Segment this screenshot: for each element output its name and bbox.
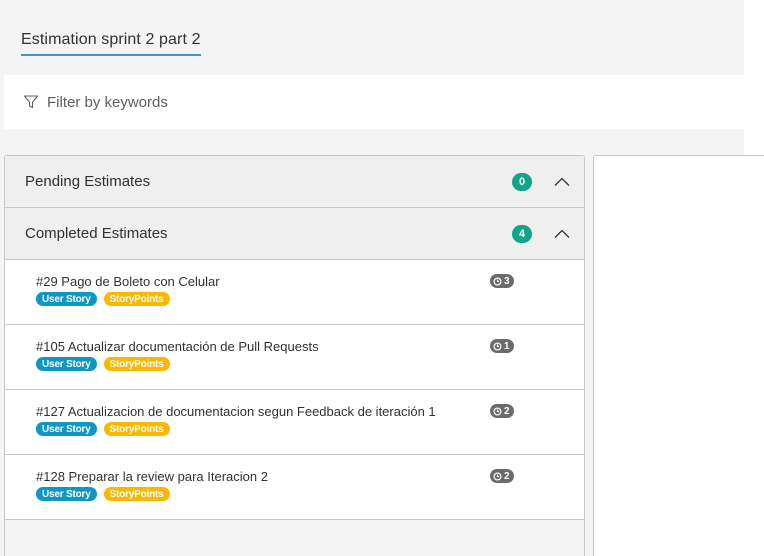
clock-icon — [493, 406, 502, 416]
chevron-up-icon[interactable] — [552, 224, 572, 244]
estimate-badge: 2 — [490, 469, 514, 483]
work-item-title: #128 Preparar la review para Iteracion 2 — [36, 469, 268, 484]
clock-icon — [493, 276, 502, 286]
user-story-tag: User Story — [36, 292, 97, 306]
list-item[interactable]: #128 Preparar la review para Iteracion 2… — [5, 455, 584, 520]
estimate-badge: 3 — [490, 274, 514, 288]
list-item[interactable]: #127 Actualizacion de documentacion segu… — [5, 390, 584, 455]
estimate-value: 1 — [504, 340, 510, 352]
work-item-tags: User Story StoryPoints — [36, 292, 170, 306]
work-item-title: #105 Actualizar documentación de Pull Re… — [36, 339, 319, 354]
storypoints-tag: StoryPoints — [103, 357, 170, 371]
estimate-badge: 2 — [490, 404, 514, 418]
filter-icon — [23, 95, 39, 109]
storypoints-tag: StoryPoints — [103, 422, 170, 436]
completed-count-badge: 4 — [512, 225, 532, 243]
clock-icon — [493, 471, 502, 481]
estimate-value: 2 — [504, 470, 510, 482]
estimate-value: 3 — [504, 275, 510, 287]
completed-estimates-list: #29 Pago de Boleto con Celular User Stor… — [5, 260, 584, 520]
clock-icon — [493, 341, 502, 351]
work-item-tags: User Story StoryPoints — [36, 357, 170, 371]
work-item-tags: User Story StoryPoints — [36, 422, 170, 436]
estimate-value: 2 — [504, 405, 510, 417]
estimates-panel: Pending Estimates 0 Completed Estimates … — [4, 155, 585, 556]
user-story-tag: User Story — [36, 357, 97, 371]
pending-count-badge: 0 — [512, 173, 532, 191]
completed-estimates-label: Completed Estimates — [25, 225, 168, 242]
work-item-tags: User Story StoryPoints — [36, 487, 170, 501]
completed-estimates-header[interactable]: Completed Estimates 4 — [5, 208, 584, 260]
list-item[interactable]: #105 Actualizar documentación de Pull Re… — [5, 325, 584, 390]
chevron-up-icon[interactable] — [552, 172, 572, 192]
estimate-badge: 1 — [490, 339, 514, 353]
filter-bar — [4, 75, 744, 129]
work-item-title: #127 Actualizacion de documentacion segu… — [36, 404, 436, 419]
list-item[interactable]: #29 Pago de Boleto con Celular User Stor… — [5, 260, 584, 325]
user-story-tag: User Story — [36, 422, 97, 436]
pending-estimates-header[interactable]: Pending Estimates 0 — [5, 156, 584, 208]
user-story-tag: User Story — [36, 487, 97, 501]
storypoints-tag: StoryPoints — [103, 487, 170, 501]
page-title-tab[interactable]: Estimation sprint 2 part 2 — [21, 31, 201, 56]
list-empty-space — [5, 520, 584, 556]
pending-estimates-label: Pending Estimates — [25, 173, 151, 190]
work-item-title: #29 Pago de Boleto con Celular — [36, 274, 220, 289]
filter-input[interactable] — [47, 93, 647, 111]
details-panel — [593, 155, 764, 556]
storypoints-tag: StoryPoints — [103, 292, 170, 306]
